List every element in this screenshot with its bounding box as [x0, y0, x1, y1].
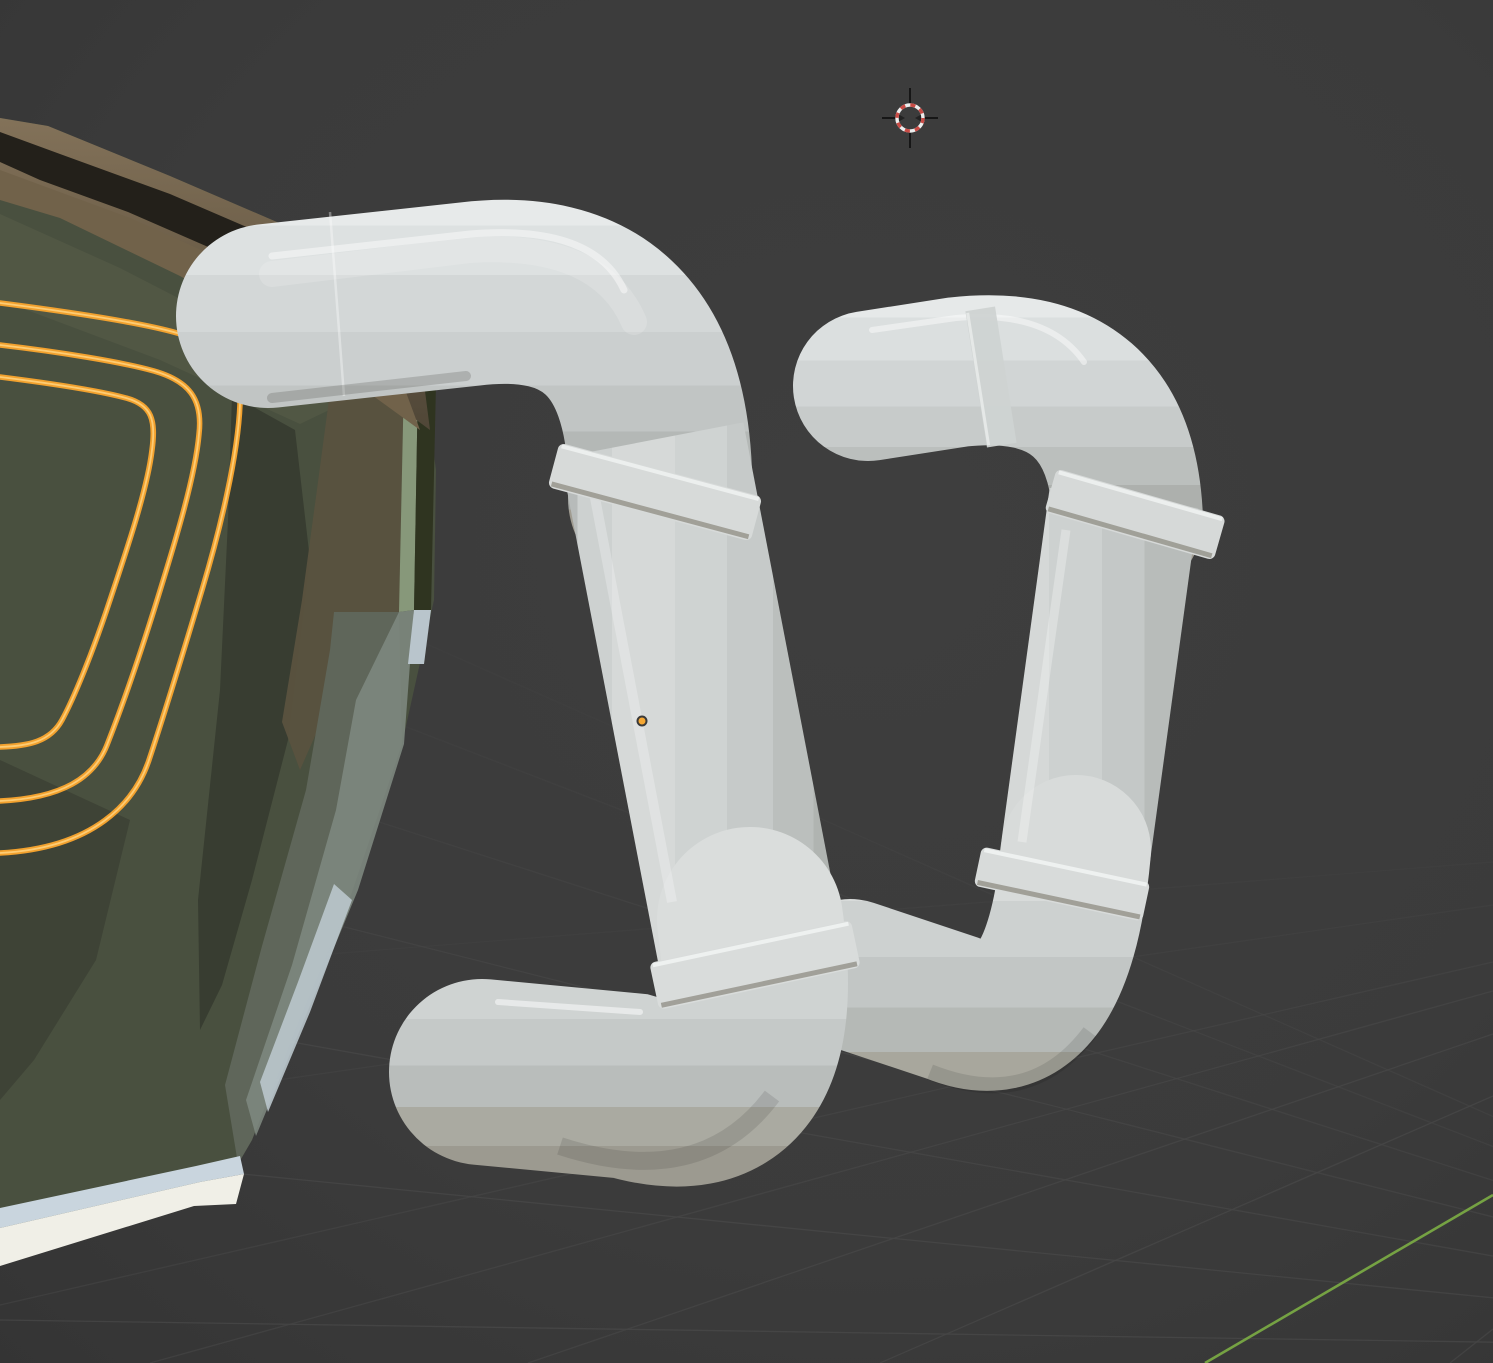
origin-dot-icon[interactable] — [638, 717, 647, 726]
blender-3d-viewport[interactable] — [0, 0, 1493, 1363]
viewport-canvas[interactable] — [0, 0, 1493, 1363]
